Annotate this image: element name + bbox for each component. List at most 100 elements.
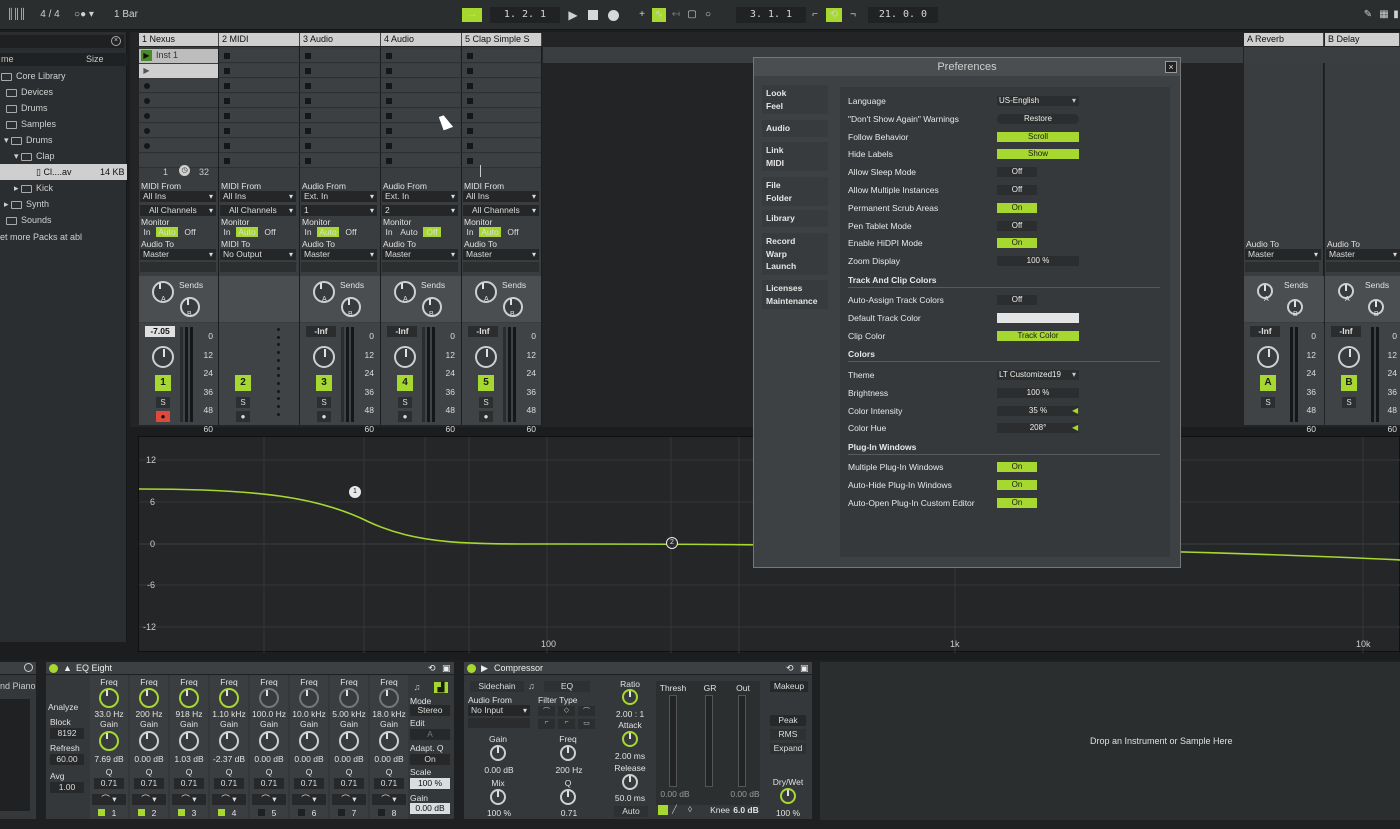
browser-item[interactable]: Samples <box>0 116 127 132</box>
pref-toggle-off[interactable]: Off <box>997 167 1037 178</box>
browser-column-name[interactable]: me <box>1 54 14 64</box>
clip-slot[interactable] <box>462 109 541 123</box>
highpass-filter-icon[interactable]: ⌒ <box>578 706 595 716</box>
freq-knob[interactable] <box>219 688 239 708</box>
input-source-select[interactable]: All Ins <box>220 191 296 202</box>
filter-shape-select[interactable]: ⌒ ▾ <box>292 794 326 805</box>
output-channel-select[interactable] <box>220 262 296 272</box>
pref-number[interactable]: 35 % <box>997 405 1079 416</box>
freq-knob[interactable] <box>179 688 199 708</box>
monitor-in-button[interactable]: In <box>141 227 153 237</box>
close-icon[interactable]: × <box>1165 61 1177 73</box>
release-knob[interactable] <box>622 774 638 790</box>
dry-wet-knob[interactable] <box>780 788 796 804</box>
pref-toggle-off[interactable]: Off <box>997 185 1037 195</box>
track-header[interactable]: 5 Clap Simple S <box>462 33 542 46</box>
slot-stop-icon[interactable] <box>224 143 230 149</box>
clip-slot[interactable] <box>219 64 298 78</box>
input-channel-select[interactable]: 1 <box>301 205 377 216</box>
filter-shape-select[interactable]: ⌒ ▾ <box>132 794 166 805</box>
slot-stop-icon[interactable] <box>224 83 230 89</box>
slot-stop-icon[interactable] <box>305 143 311 149</box>
clip-slot[interactable] <box>300 79 379 93</box>
pan-knob[interactable] <box>1338 346 1360 368</box>
band-on-toggle[interactable] <box>338 809 345 816</box>
lowpass-filter-icon[interactable]: ⌒ <box>538 706 555 716</box>
track-header[interactable]: 4 Audio <box>381 33 462 46</box>
output-channel-select[interactable] <box>1326 262 1400 272</box>
output-select[interactable]: Master <box>382 249 458 260</box>
monitor-in-button[interactable]: In <box>464 227 476 237</box>
punch-in-icon[interactable]: ⌐ <box>808 8 822 22</box>
input-channel-select[interactable]: All Channels <box>220 205 296 216</box>
slot-stop-icon[interactable] <box>305 128 311 134</box>
clip-slot[interactable] <box>381 94 460 108</box>
slot-stop-icon[interactable] <box>386 158 392 164</box>
volume-value[interactable]: -Inf <box>387 326 417 337</box>
monitor-auto-button[interactable]: Auto <box>156 227 178 237</box>
refresh-value[interactable]: 60.00 <box>50 754 84 765</box>
q-value[interactable]: 0.71 <box>334 778 364 789</box>
clip-slot[interactable] <box>139 94 218 108</box>
slot-stop-icon[interactable] <box>386 128 392 134</box>
clip-slot[interactable] <box>462 64 541 78</box>
input-channel-select[interactable]: All Channels <box>463 205 539 216</box>
pref-toggle-off[interactable]: Off <box>997 295 1037 305</box>
preferences-tab[interactable]: Library <box>762 210 828 227</box>
filter-shape-select[interactable]: ⌒ ▾ <box>252 794 286 805</box>
slot-stop-icon[interactable] <box>467 53 473 59</box>
volume-fader[interactable] <box>422 327 425 422</box>
return-track-header[interactable]: A Reverb <box>1244 33 1324 46</box>
slot-record-icon[interactable] <box>144 143 150 149</box>
input-channel-select[interactable]: 2 <box>382 205 458 216</box>
slot-stop-icon[interactable] <box>467 68 473 74</box>
eq-band-point[interactable]: 1 <box>349 486 361 498</box>
solo-button[interactable]: S <box>1261 397 1275 408</box>
volume-value[interactable]: -7.05 <box>145 326 175 337</box>
shelf-filter-icon[interactable]: ⌐ <box>538 719 555 729</box>
pref-toggle-on[interactable]: On <box>997 462 1037 472</box>
clip-slot[interactable] <box>462 124 541 138</box>
clip-slot[interactable] <box>462 49 541 63</box>
slot-stop-icon[interactable] <box>224 158 230 164</box>
pref-toggle-off[interactable]: Off <box>997 220 1037 231</box>
pref-toggle-on[interactable]: On <box>997 497 1037 508</box>
time-signature[interactable]: 4 / 4 <box>34 8 66 22</box>
sc-q-knob[interactable] <box>560 789 576 805</box>
arm-button[interactable]: ● <box>398 411 412 422</box>
avg-value[interactable]: 1.00 <box>50 782 84 793</box>
rms-toggle[interactable]: RMS <box>770 729 806 740</box>
band-on-toggle[interactable] <box>98 809 105 816</box>
band-on-toggle[interactable] <box>258 809 265 816</box>
peak-filter-icon[interactable]: ▭ <box>578 719 595 729</box>
loop-icon[interactable]: ⟲ <box>826 8 842 22</box>
slot-stop-icon[interactable] <box>386 98 392 104</box>
eq-band-point[interactable]: 2 <box>666 537 678 549</box>
freq-knob[interactable] <box>339 688 359 708</box>
browser-search-input[interactable]: × <box>0 35 124 48</box>
pref-button[interactable]: Restore <box>997 113 1079 124</box>
input-source-select[interactable]: All Ins <box>463 191 539 202</box>
slot-record-icon[interactable] <box>144 98 150 104</box>
slot-stop-icon[interactable] <box>467 143 473 149</box>
pan-knob[interactable] <box>313 346 335 368</box>
save-preset-icon[interactable]: ▣ <box>442 662 451 674</box>
device-on-icon[interactable] <box>49 664 58 673</box>
clip-slot[interactable] <box>381 64 460 78</box>
preferences-tab[interactable]: Record Warp Launch <box>762 233 828 275</box>
sidechain-toggle[interactable]: Sidechain <box>470 681 524 692</box>
save-preset-icon[interactable]: ▣ <box>800 662 809 674</box>
q-value[interactable]: 0.71 <box>94 778 124 789</box>
slot-stop-icon[interactable] <box>386 68 392 74</box>
browser-item-selected[interactable]: ▯ Cl....av 14 KB <box>0 164 127 180</box>
notch-filter-icon[interactable]: ⌐ <box>558 719 575 729</box>
slot-stop-icon[interactable] <box>224 113 230 119</box>
freq-knob[interactable] <box>139 688 159 708</box>
preferences-tab[interactable]: Link MIDI <box>762 142 828 171</box>
gain-knob[interactable] <box>219 731 239 751</box>
track-activator-button[interactable]: 5 <box>478 375 494 391</box>
slot-stop-icon[interactable] <box>224 128 230 134</box>
loop-length[interactable]: 21. 0. 0 <box>868 7 938 23</box>
freq-knob[interactable] <box>259 688 279 708</box>
gain-knob[interactable] <box>139 731 159 751</box>
